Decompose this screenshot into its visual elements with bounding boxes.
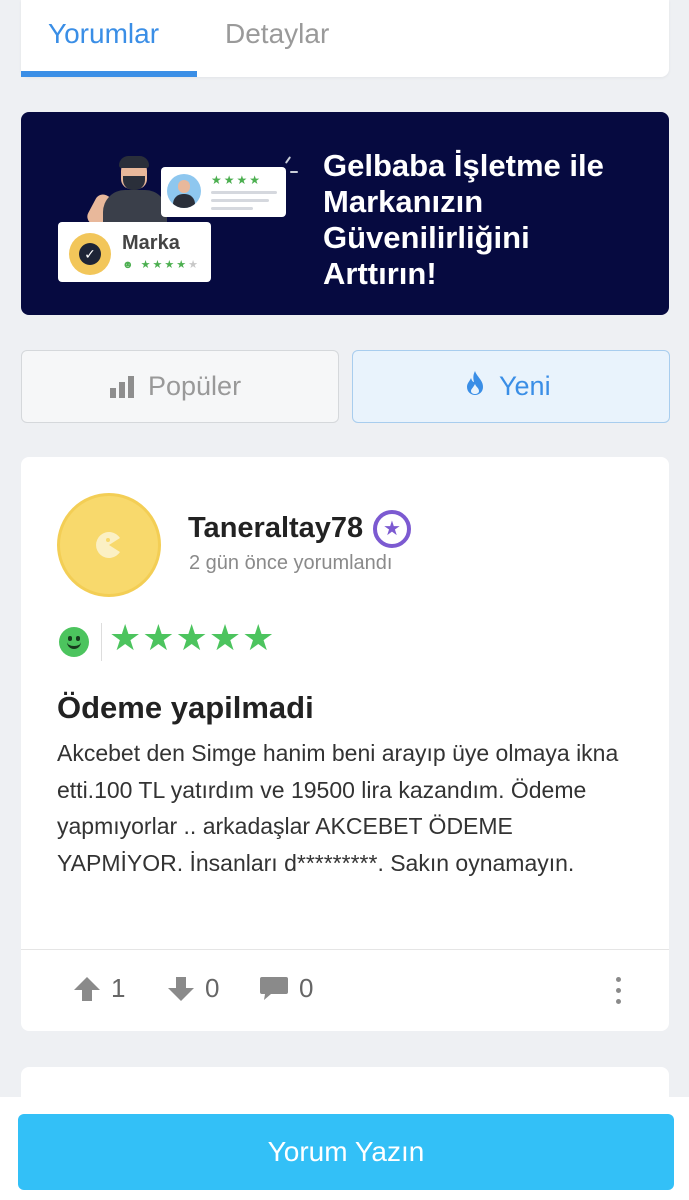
rating-divider (101, 623, 102, 661)
filter-popular-button[interactable]: Popüler (21, 350, 339, 423)
upvote-count: 1 (111, 973, 126, 1003)
pacman-avatar-icon (96, 532, 120, 558)
filter-new-label: Yeni (499, 371, 551, 401)
illustration-spark (284, 156, 292, 164)
illustration-brand-stars-icon: ☻ ★★★★★ (122, 259, 200, 271)
arrow-down-icon (168, 976, 194, 1001)
write-review-button[interactable]: Yorum Yazın (18, 1114, 674, 1190)
happy-face-icon (59, 627, 89, 657)
comment-button[interactable]: 0 (259, 973, 313, 1004)
tab-bar: Yorumlar Detaylar (21, 0, 669, 77)
bar-chart-icon (110, 375, 134, 398)
illustration-review-bubble: ★★★★ (161, 167, 286, 217)
illustration-brand-card: ✓ Marka ☻ ★★★★★ (58, 222, 211, 282)
card-divider (21, 949, 669, 950)
active-tab-indicator (21, 71, 197, 77)
illustration-stars-icon: ★★★★ (211, 173, 263, 187)
upvote-button[interactable]: 1 (73, 973, 125, 1004)
filter-new-button[interactable]: Yeni (352, 350, 670, 423)
review-title: Ödeme yapilmadi (57, 690, 314, 725)
review-body: Akcebet den Simge hanim beni arayıp üye … (57, 740, 619, 876)
filter-popular-label: Popüler (148, 371, 242, 401)
arrow-up-icon (74, 976, 100, 1001)
banner-title: Gelbaba İşletme ile Markanızın Güvenilir… (323, 148, 604, 291)
review-timestamp: 2 gün önce yorumlandı (189, 552, 393, 574)
star-badge-icon: ★ (373, 510, 411, 548)
verified-badge-icon: ✓ (69, 233, 111, 275)
avatar[interactable] (57, 493, 161, 597)
downvote-count: 0 (205, 973, 220, 1003)
rating-stars-icon: ★★★★★ (109, 617, 276, 658)
flame-icon (465, 370, 485, 403)
illustration-brand-label: Marka (122, 232, 180, 254)
comment-icon (260, 976, 288, 1000)
downvote-button[interactable]: 0 (167, 973, 219, 1004)
illustration-spark (290, 171, 298, 173)
promo-banner[interactable]: ★★★★ ✓ Marka ☻ ★★★★★ Gelbaba İşletme ile… (21, 112, 669, 315)
illustration-reviewer-avatar (167, 174, 201, 208)
more-options-icon[interactable] (613, 977, 623, 1007)
tab-detaylar[interactable]: Detaylar (225, 18, 329, 50)
illustration-person-beard (123, 176, 145, 190)
review-card: Taneraltay78 ★ 2 gün önce yorumlandı ★★★… (21, 457, 669, 1031)
review-username[interactable]: Taneraltay78 (188, 512, 363, 545)
illustration-person-hair (119, 156, 149, 168)
comment-count: 0 (299, 973, 314, 1003)
tab-yorumlar[interactable]: Yorumlar (48, 18, 159, 50)
